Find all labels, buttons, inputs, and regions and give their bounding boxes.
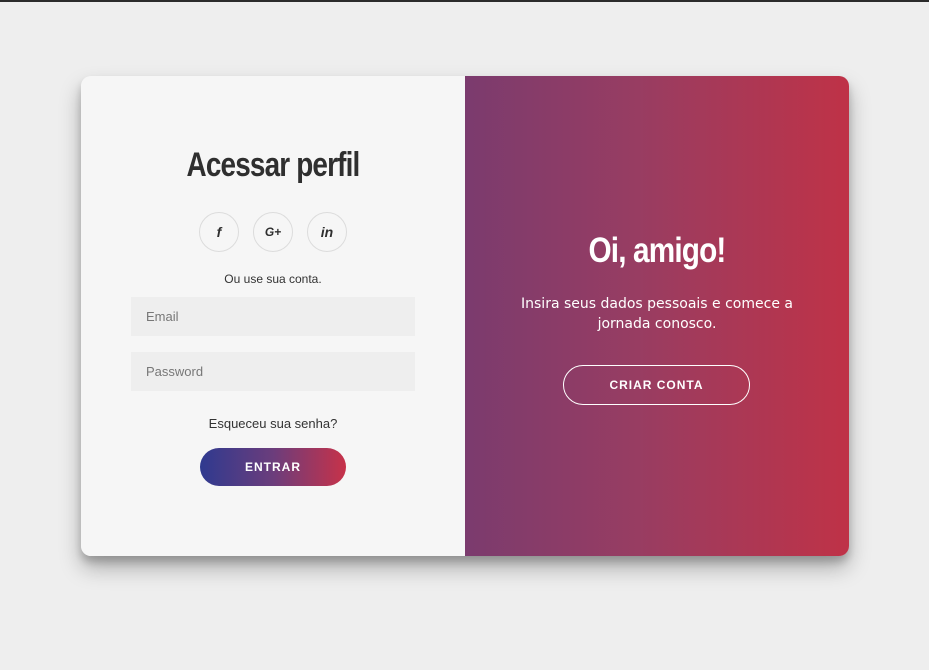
- use-account-text: Ou use sua conta.: [224, 272, 322, 286]
- google-plus-icon: G+: [264, 225, 282, 239]
- linkedin-button[interactable]: in: [307, 212, 347, 252]
- linkedin-icon: in: [320, 224, 334, 240]
- create-account-button[interactable]: CRIAR CONTA: [563, 365, 750, 405]
- facebook-icon: f: [216, 224, 222, 240]
- signup-panel: Oi, amigo! Insira seus dados pessoais e …: [465, 76, 849, 556]
- signup-description: Insira seus dados pessoais e comece a jo…: [521, 296, 793, 332]
- auth-card: Acessar perfil f G+ in Ou use sua conta.…: [81, 76, 849, 556]
- forgot-password-link[interactable]: Esqueceu sua senha?: [81, 416, 465, 431]
- login-button[interactable]: ENTRAR: [200, 448, 346, 486]
- email-field[interactable]: [131, 297, 415, 336]
- social-buttons: f G+ in: [199, 212, 347, 252]
- facebook-button[interactable]: f: [199, 212, 239, 252]
- top-border: [0, 0, 929, 2]
- signup-title: Oi, amigo!: [588, 231, 727, 270]
- password-field[interactable]: [131, 352, 415, 391]
- google-plus-button[interactable]: G+: [253, 212, 293, 252]
- login-panel: Acessar perfil f G+ in Ou use sua conta.…: [81, 76, 465, 556]
- login-title: Acessar perfil: [186, 146, 361, 184]
